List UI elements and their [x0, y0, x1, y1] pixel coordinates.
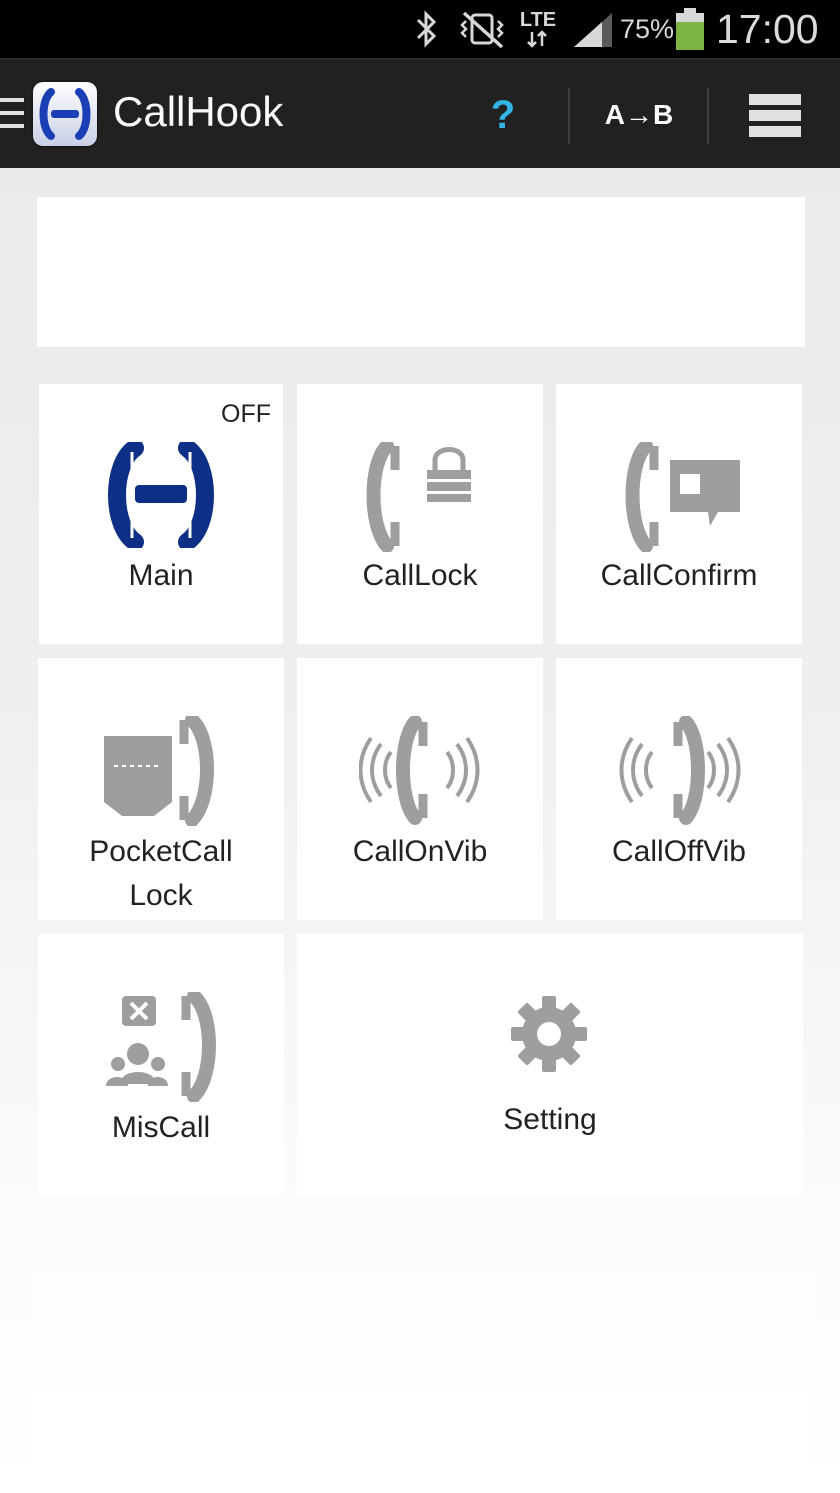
missed-call-icon: [106, 989, 222, 1107]
tile-label: Setting: [503, 1103, 597, 1136]
tile-label: CallConfirm: [600, 559, 758, 592]
menu-icon: [749, 89, 801, 142]
app-logo-icon[interactable]: [33, 82, 97, 146]
gear-icon: [509, 994, 589, 1079]
tile-pocketcalllock[interactable]: PocketCall Lock: [38, 658, 284, 920]
status-bar: LTE 75% 17:00: [0, 0, 840, 58]
phone-lock-icon: [361, 439, 481, 557]
battery-percent: 75%: [620, 13, 675, 44]
app-title: CallHook: [113, 88, 284, 135]
action-bar: CallHook ? A→B: [0, 58, 840, 168]
vibrate-mute-icon: [458, 0, 506, 58]
tile-label-line2: Lock: [129, 879, 193, 912]
phone-vibrate-on-icon: [358, 715, 483, 831]
tile-setting[interactable]: Setting: [297, 934, 803, 1196]
signal-icon: [572, 0, 614, 58]
tile-callconfirm[interactable]: CallConfirm: [556, 384, 802, 644]
status-badge: OFF: [221, 400, 271, 428]
callhook-logo-icon: [105, 439, 217, 553]
tile-label: PocketCall: [89, 835, 233, 868]
tile-label: Main: [128, 559, 194, 592]
tile-label: CallOffVib: [612, 835, 746, 868]
tile-callonvib[interactable]: CallOnVib: [297, 658, 543, 920]
tile-calloffvib[interactable]: CallOffVib: [556, 658, 802, 920]
network-type-label: LTE: [519, 9, 557, 31]
clock: 17:00: [716, 5, 819, 52]
help-button[interactable]: ?: [470, 60, 536, 170]
phone-vibrate-off-icon: [618, 715, 742, 831]
tile-label: CallOnVib: [352, 835, 488, 868]
overflow-menu-button[interactable]: [720, 60, 830, 170]
tile-label: CallLock: [362, 559, 478, 592]
tile-miscall[interactable]: MisCall: [38, 934, 284, 1196]
tile-main[interactable]: OFF Main: [39, 384, 283, 644]
tile-calllock[interactable]: CallLock: [297, 384, 543, 644]
tile-label: MisCall: [111, 1111, 211, 1144]
lte-data-icon: LTE: [518, 0, 558, 58]
drawer-indicator-icon[interactable]: [0, 98, 24, 136]
divider: [707, 88, 709, 144]
battery-icon: [674, 0, 706, 58]
ad-banner[interactable]: [37, 197, 805, 347]
switch-ab-button[interactable]: A→B: [575, 60, 703, 170]
pocket-phone-icon: [100, 713, 224, 831]
divider: [568, 88, 570, 144]
phone-confirm-icon: [620, 439, 744, 557]
footer-area: [32, 1272, 812, 1493]
bluetooth-icon: [412, 0, 440, 58]
